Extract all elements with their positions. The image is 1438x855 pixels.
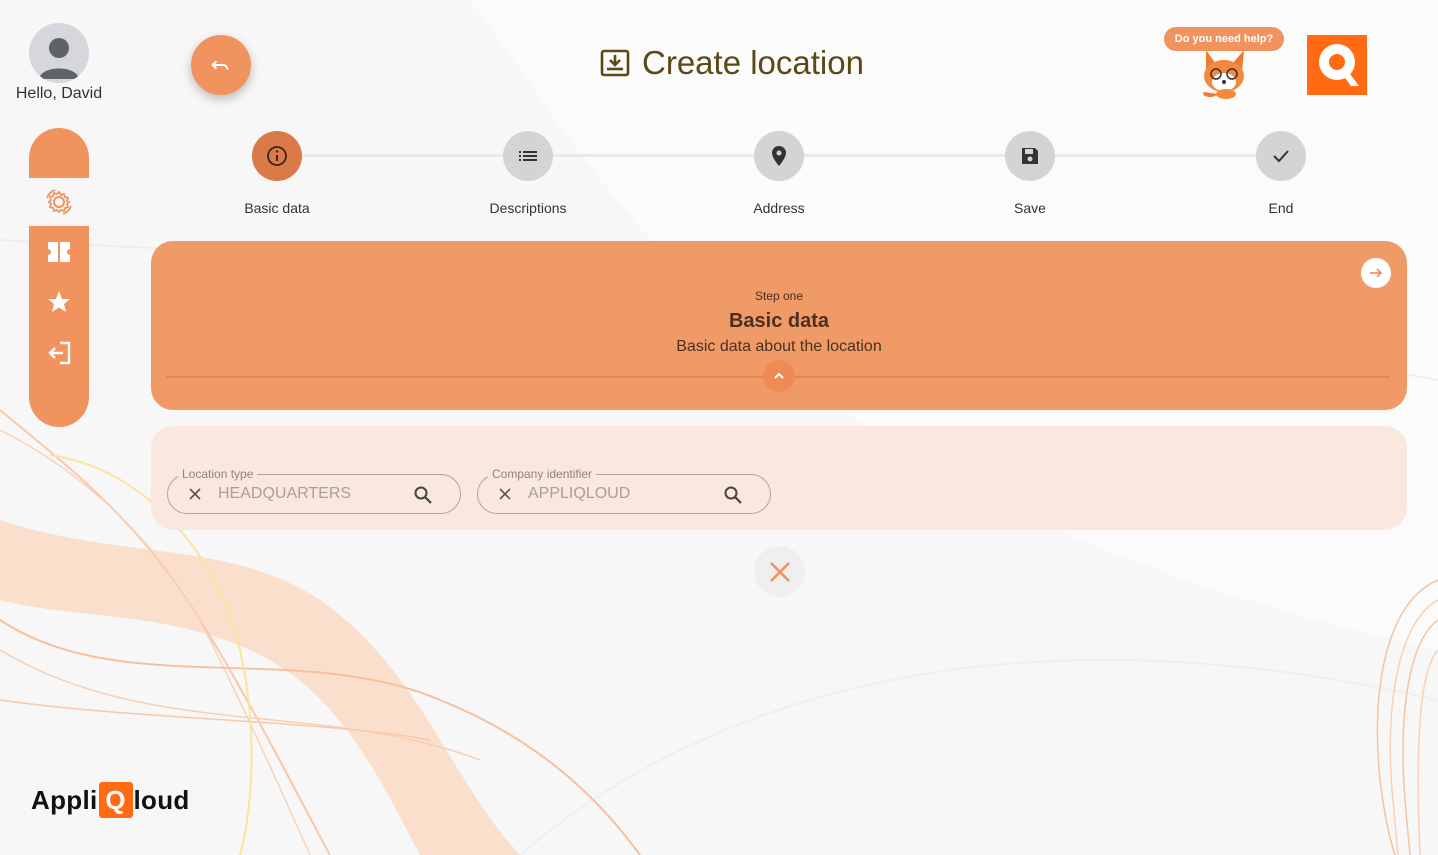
brand-logo: Appli Q loud [31,782,190,818]
brand-suffix: loud [133,784,190,815]
step-header-card: Step one Basic data Basic data about the… [151,241,1407,410]
location-type-input[interactable] [218,484,398,504]
collapse-button[interactable] [763,360,795,392]
step-label: Basic data [244,200,310,216]
list-icon [519,151,537,161]
undo-icon [211,60,229,70]
field-label: Company identifier [488,467,597,481]
company-identifier-field: Company identifier [477,467,771,514]
fox-mascot-icon[interactable] [1196,46,1252,100]
q-logo-icon [1319,44,1359,86]
info-icon [267,146,287,166]
step-title: Basic data [728,310,830,332]
ticket-icon [48,242,70,262]
step-basic-data[interactable]: Basic data [207,131,347,216]
arrow-right-icon [1370,268,1383,278]
sidebar [22,128,96,427]
page-title: Create location [642,44,864,81]
sidebar-item-favorites[interactable] [29,280,89,324]
user-greeting: Hello, David [15,85,103,102]
user-avatar[interactable] [29,23,89,83]
basic-data-form: Location type Company identifier [151,426,1407,530]
sidebar-item-logout[interactable] [29,331,89,375]
back-button[interactable] [191,35,251,95]
field-label: Location type [178,467,258,481]
save-download-icon [600,49,630,77]
location-pin-icon [772,146,786,166]
brand-prefix: Appli [31,784,98,815]
cancel-button[interactable] [754,546,805,597]
step-end[interactable]: End [1211,131,1351,216]
chevron-up-icon [774,372,784,379]
star-icon [48,291,70,312]
sidebar-item-tickets[interactable] [29,230,89,274]
page-header: Create location [600,44,864,82]
step-label: End [1268,200,1294,216]
search-icon[interactable] [412,484,434,506]
step-address[interactable]: Address [709,131,849,216]
company-identifier-input[interactable] [528,484,708,504]
search-icon[interactable] [722,484,744,506]
clear-icon[interactable] [186,485,204,503]
check-icon [1273,150,1289,163]
close-icon [769,561,790,582]
next-step-button[interactable] [1361,258,1391,288]
brand-q: Q [98,782,133,818]
app-logo [1307,35,1367,95]
logout-icon [48,341,71,365]
sidebar-item-settings[interactable] [22,178,96,226]
step-label: Descriptions [489,200,567,216]
gear-sync-icon [46,189,72,215]
user-icon [39,38,79,79]
step-descriptions[interactable]: Descriptions [458,131,598,216]
step-subtitle: Basic data about the location [676,338,882,355]
step-label: Address [753,200,805,216]
step-label: Save [1014,200,1046,216]
clear-icon[interactable] [496,485,514,503]
save-icon [1022,148,1038,164]
step-number: Step one [754,289,804,303]
step-save[interactable]: Save [960,131,1100,216]
location-type-field: Location type [167,467,461,514]
